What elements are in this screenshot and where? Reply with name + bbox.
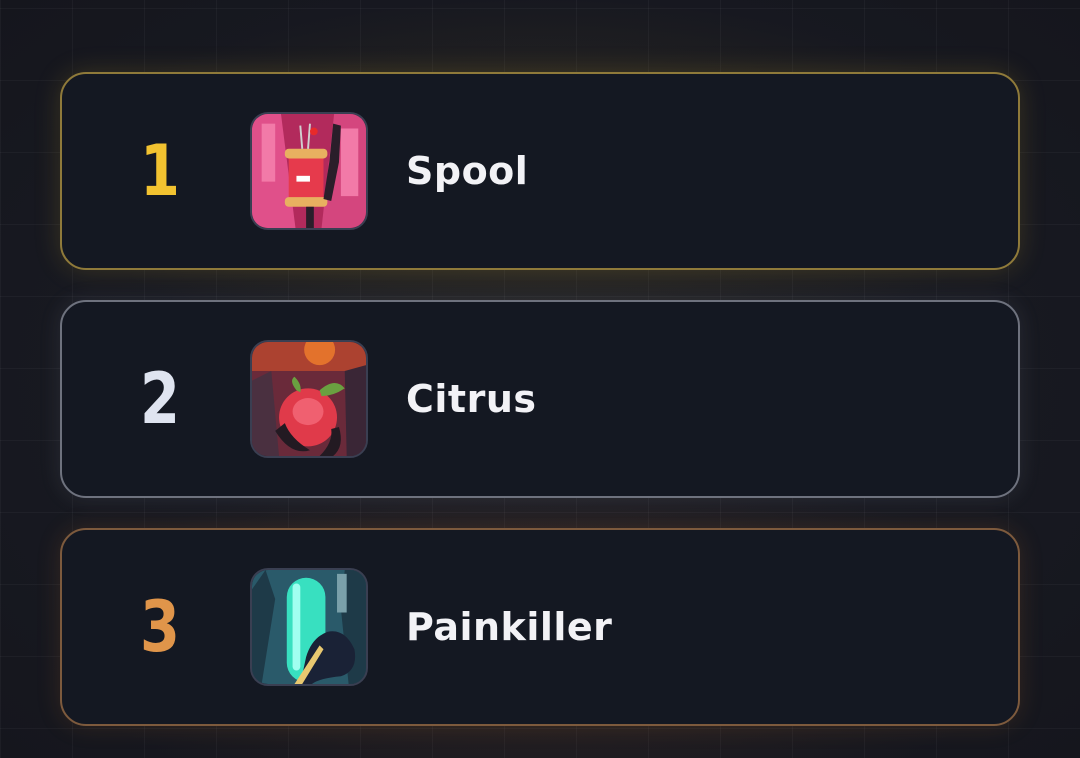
spool-game-cover-icon (250, 112, 368, 230)
game-name: Spool (406, 149, 529, 193)
painkiller-game-cover-icon (250, 568, 368, 686)
rank-number: 3 (140, 586, 180, 668)
game-name: Citrus (406, 377, 537, 421)
citrus-game-cover-icon (250, 340, 368, 458)
leaderboard-entry-3[interactable]: 3 Painkiller (60, 528, 1020, 726)
game-name: Painkiller (406, 605, 613, 649)
leaderboard-list: 1 Spool 2 Citrus 3 Painkiller (60, 72, 1020, 756)
rank-number: 2 (140, 358, 180, 440)
leaderboard-entry-2[interactable]: 2 Citrus (60, 300, 1020, 498)
leaderboard-entry-1[interactable]: 1 Spool (60, 72, 1020, 270)
rank-number: 1 (140, 130, 180, 212)
